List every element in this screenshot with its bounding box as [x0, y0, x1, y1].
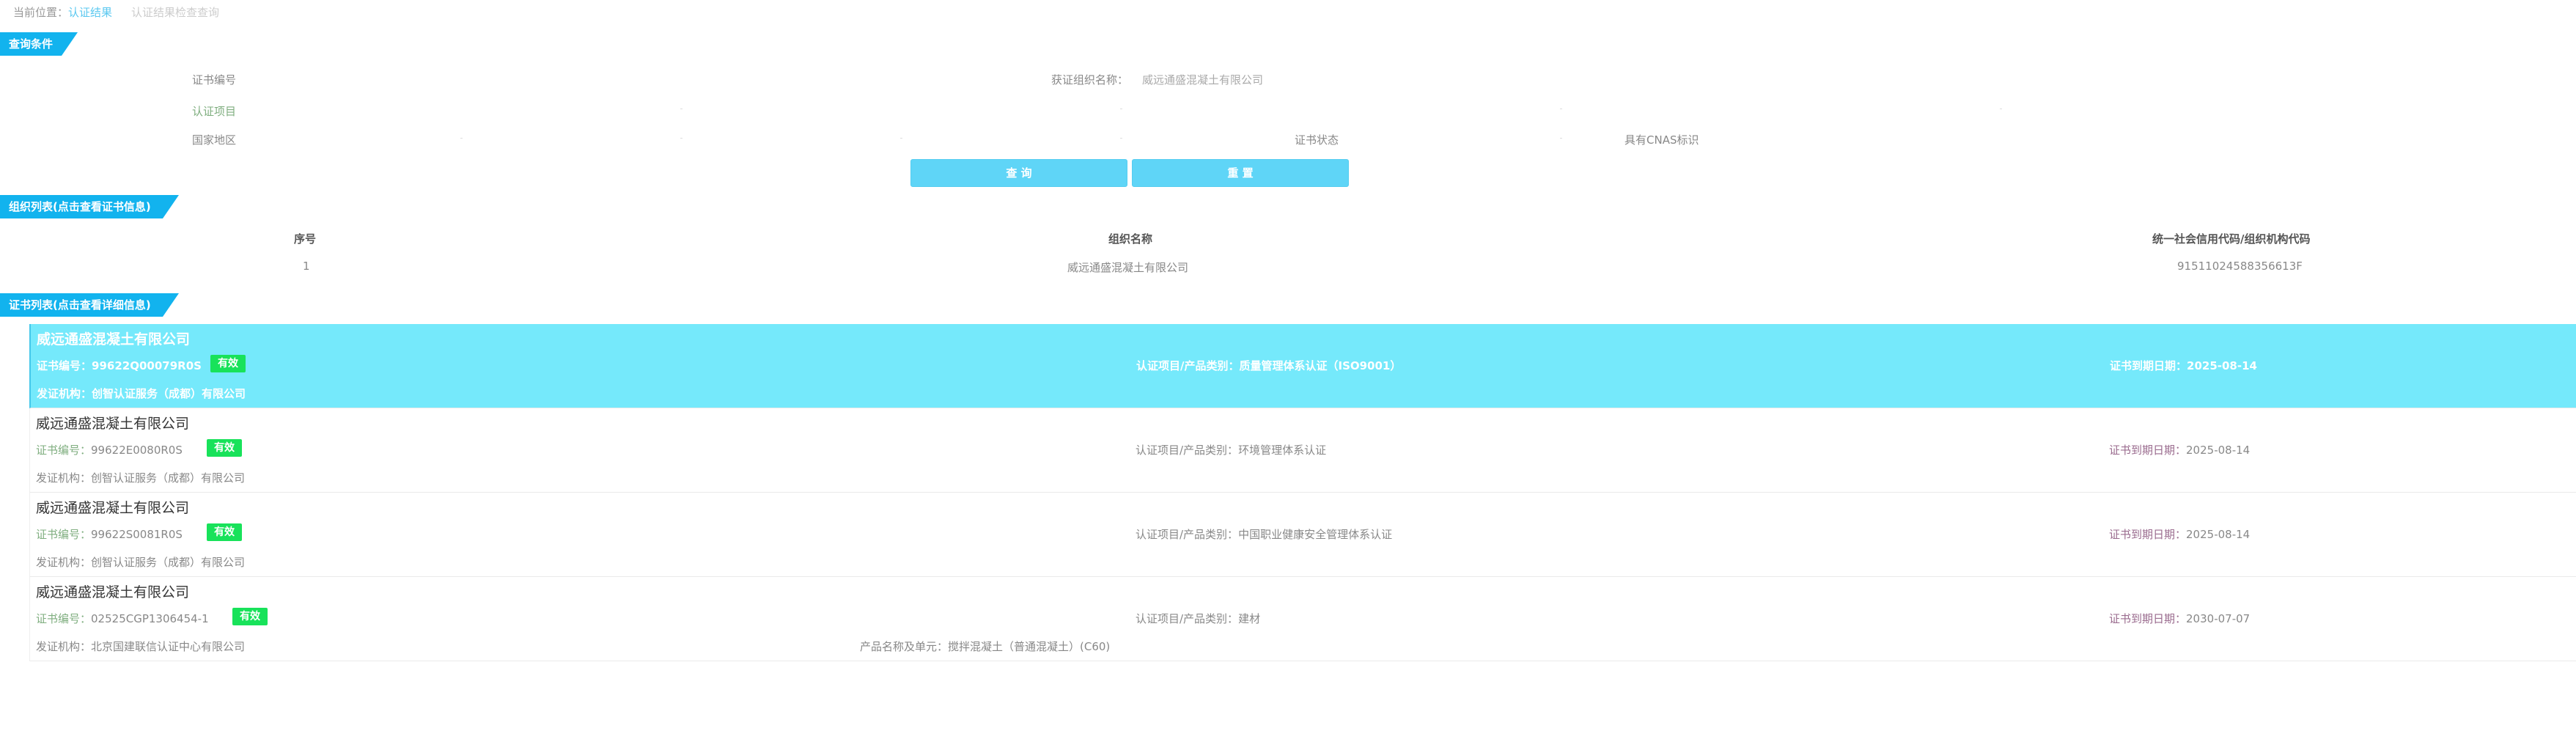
status-option-divider — [1560, 138, 1562, 139]
breadcrumb-sub[interactable]: 认证结果检查查询 — [131, 6, 219, 19]
cert-issuer: 发证机构：创智认证服务（成都）有限公司 — [37, 386, 246, 401]
cert-org-name: 威远通盛混凝土有限公司 — [37, 331, 191, 348]
cert-expiry-value: 2025-08-14 — [2187, 359, 2257, 372]
breadcrumb: 当前位置：认证结果 认证结果检查查询 — [13, 4, 219, 20]
status-badge: 有效 — [210, 355, 246, 372]
certificate-item[interactable]: 威远通盛混凝土有限公司 证书编号：99622Q00079R0S 有效 认证项目/… — [29, 324, 2576, 408]
region-option-divider — [900, 138, 902, 139]
org-row-code: 91511024588356613F — [2177, 260, 2303, 273]
cert-project-value: 建材 — [1238, 612, 1261, 625]
cert-number: 证书编号：99622E0080R0S — [36, 442, 183, 457]
cert-product-value: 搅拌混凝土（普通混凝土）(C60) — [948, 640, 1111, 653]
cert-project-key: 认证项目/产品类别： — [1136, 359, 1240, 372]
status-badge: 有效 — [207, 523, 242, 541]
region-option-divider — [1120, 138, 1122, 139]
cert-number: 证书编号：99622Q00079R0S — [37, 358, 202, 373]
status-label: 证书状态 — [1295, 133, 1339, 147]
cert-expiry-value: 2025-08-14 — [2186, 444, 2251, 457]
org-table-header-index: 序号 — [294, 232, 317, 246]
cert-project-key: 认证项目/产品类别： — [1136, 612, 1239, 625]
reset-button[interactable]: 重 置 — [1132, 159, 1349, 187]
cert-issuer-key: 发证机构： — [36, 640, 92, 653]
certificate-item[interactable]: 威远通盛混凝土有限公司 证书编号：99622E0080R0S 有效 认证项目/产… — [29, 408, 2576, 493]
cert-issuer-value: 创智认证服务（成都）有限公司 — [91, 471, 246, 485]
region-option-divider — [680, 138, 682, 139]
cert-expiry: 证书到期日期：2025-08-14 — [2109, 526, 2250, 542]
cert-expiry-key: 证书到期日期： — [2109, 528, 2187, 541]
cert-number-key: 证书编号： — [36, 612, 92, 625]
cert-org-name: 威远通盛混凝土有限公司 — [36, 584, 190, 600]
cert-number: 证书编号：02525CGP1306454-1 — [36, 611, 209, 626]
cert-number-value: 99622S0081R0S — [91, 528, 183, 541]
cert-number-value: 99622E0080R0S — [91, 444, 183, 457]
cert-issuer-key: 发证机构： — [36, 556, 92, 569]
cert-number-value: 99622Q00079R0S — [92, 359, 202, 372]
cert-expiry: 证书到期日期：2025-08-14 — [2110, 358, 2257, 373]
region-option-divider — [460, 138, 463, 139]
cert-number-key: 证书编号： — [36, 444, 92, 457]
org-table-header-name: 组织名称 — [1108, 232, 1153, 246]
cert-project: 认证项目/产品类别：建材 — [1136, 611, 1260, 626]
certificate-item[interactable]: 威远通盛混凝土有限公司 证书编号：99622S0081R0S 有效 认证项目/产… — [29, 493, 2576, 577]
cert-number: 证书编号：99622S0081R0S — [36, 526, 183, 542]
cert-expiry-key: 证书到期日期： — [2109, 444, 2187, 457]
cert-product-key: 产品名称及单元： — [860, 640, 949, 653]
cert-issuer: 发证机构：北京国建联信认证中心有限公司 — [36, 639, 245, 654]
cert-expiry: 证书到期日期：2030-07-07 — [2109, 611, 2250, 626]
cert-product: 产品名称及单元：搅拌混凝土（普通混凝土）(C60) — [860, 639, 1110, 654]
cert-project-key: 认证项目/产品类别： — [1136, 528, 1239, 541]
org-name-label: 获证组织名称： — [1051, 73, 1129, 87]
cert-number-key: 证书编号： — [37, 359, 92, 372]
cert-no-label: 证书编号 — [192, 73, 237, 87]
org-row-name[interactable]: 威远通盛混凝土有限公司 — [1067, 260, 1188, 275]
cert-issuer: 发证机构：创智认证服务（成都）有限公司 — [36, 470, 245, 485]
cert-org-name: 威远通盛混凝土有限公司 — [36, 416, 190, 432]
cert-project: 认证项目/产品类别：环境管理体系认证 — [1136, 442, 1326, 457]
cert-expiry-key: 证书到期日期： — [2110, 359, 2187, 372]
breadcrumb-prefix: 当前位置： — [13, 6, 69, 19]
cert-number-key: 证书编号： — [36, 528, 92, 541]
cert-project-key: 认证项目/产品类别： — [1136, 444, 1239, 457]
cert-expiry-key: 证书到期日期： — [2109, 612, 2187, 625]
cert-number-value: 02525CGP1306454-1 — [91, 612, 209, 625]
search-button[interactable]: 查 询 — [910, 159, 1127, 187]
org-table-header-code: 统一社会信用代码/组织机构代码 — [2152, 232, 2311, 246]
cert-project-value: 中国职业健康安全管理体系认证 — [1238, 528, 1393, 541]
cert-expiry: 证书到期日期：2025-08-14 — [2109, 442, 2250, 457]
status-badge: 有效 — [207, 439, 242, 457]
certificate-item[interactable]: 威远通盛混凝土有限公司 证书编号：02525CGP1306454-1 有效 认证… — [29, 577, 2576, 661]
cert-issuer-value: 北京国建联信认证中心有限公司 — [91, 640, 246, 653]
cert-org-name: 威远通盛混凝土有限公司 — [36, 500, 190, 516]
cert-project-value: 环境管理体系认证 — [1238, 444, 1327, 457]
cert-issuer-value: 创智认证服务（成都）有限公司 — [91, 556, 246, 569]
cert-issuer: 发证机构：创智认证服务（成都）有限公司 — [36, 554, 245, 570]
region-label: 国家地区 — [192, 133, 237, 147]
org-list-section-header: 组织列表(点击查看证书信息) — [0, 195, 179, 218]
cert-expiry-value: 2030-07-07 — [2186, 612, 2251, 625]
cert-issuer-value: 创智认证服务（成都）有限公司 — [92, 387, 246, 400]
cert-project: 认证项目/产品类别：中国职业健康安全管理体系认证 — [1136, 526, 1392, 542]
cert-project: 认证项目/产品类别：质量管理体系认证（ISO9001） — [1136, 358, 1401, 373]
cert-issuer-key: 发证机构： — [37, 387, 92, 400]
query-section-header: 查询条件 — [0, 32, 78, 56]
cert-issuer-key: 发证机构： — [36, 471, 92, 485]
breadcrumb-current[interactable]: 认证结果 — [68, 6, 112, 19]
org-name-input[interactable]: 威远通盛混凝土有限公司 — [1142, 72, 1435, 87]
project-label: 认证项目 — [192, 105, 237, 118]
cert-expiry-value: 2025-08-14 — [2186, 528, 2251, 541]
status-badge: 有效 — [232, 608, 268, 625]
cnas-label[interactable]: 具有CNAS标识 — [1624, 132, 1699, 147]
cert-project-value: 质量管理体系认证（ISO9001） — [1239, 359, 1402, 372]
cert-list-section-header: 证书列表(点击查看详细信息) — [0, 293, 179, 317]
org-row-index: 1 — [303, 260, 310, 273]
